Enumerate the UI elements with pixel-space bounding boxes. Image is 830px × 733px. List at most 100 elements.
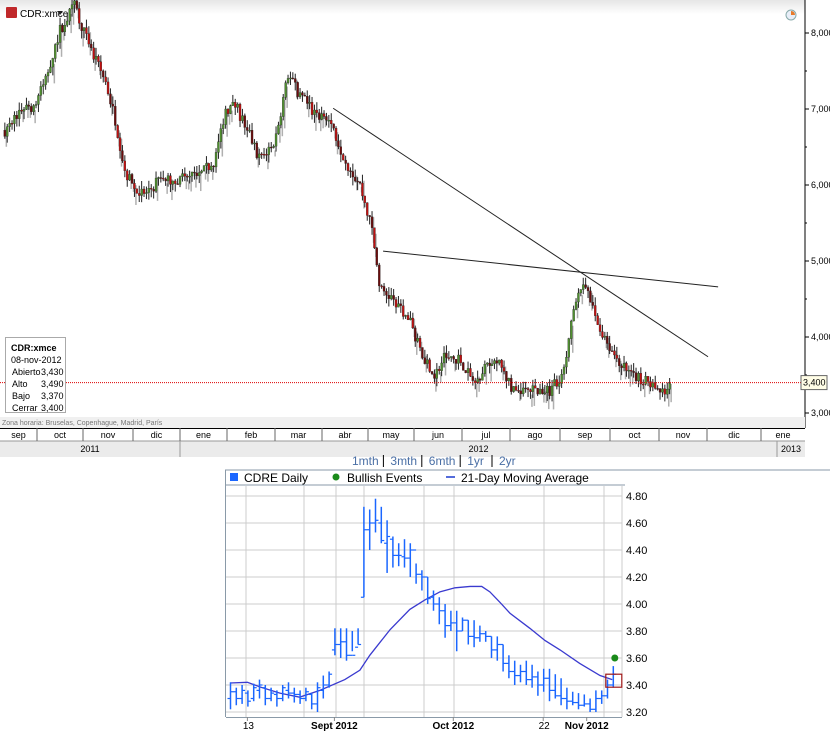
candle-body xyxy=(416,338,419,342)
candle-body xyxy=(42,84,45,87)
ohlc-row-value: 3,430 xyxy=(41,367,64,377)
y-tick-label: 4,000 xyxy=(811,332,830,342)
candle-body xyxy=(385,291,388,296)
ohlc-bar xyxy=(268,687,275,702)
ohlc-row-label: Bajo xyxy=(12,391,30,401)
candle-body xyxy=(601,331,604,338)
candle-body xyxy=(558,383,561,387)
ohlc-bar xyxy=(598,690,605,704)
bullish-event-marker[interactable] xyxy=(611,654,619,662)
candle-body xyxy=(464,370,467,373)
candle-body xyxy=(315,109,318,113)
legend-dot-icon xyxy=(332,473,340,481)
candle-body xyxy=(298,92,302,97)
candle-body xyxy=(152,189,155,192)
candle-body xyxy=(32,105,35,112)
candle-body xyxy=(618,358,621,366)
candle-body xyxy=(382,286,386,292)
candle-body xyxy=(274,133,278,147)
range-link-1mth[interactable]: 1mth xyxy=(352,454,379,468)
candle-body xyxy=(378,264,381,287)
candle-body xyxy=(147,188,150,193)
candle-body xyxy=(433,373,436,379)
candle-body xyxy=(342,154,345,161)
candle-body xyxy=(658,388,662,393)
candle-body xyxy=(82,27,86,31)
candle-body xyxy=(22,109,26,112)
candle-body xyxy=(495,360,498,364)
candle-body xyxy=(570,320,573,339)
month-label: nov xyxy=(676,430,691,440)
candle-body xyxy=(106,81,110,95)
candle-body xyxy=(210,165,213,171)
candle-body xyxy=(162,177,165,180)
candle-body xyxy=(366,202,369,216)
candle-body xyxy=(622,363,626,368)
month-label: abr xyxy=(338,430,351,440)
ohlc-bar xyxy=(378,506,385,544)
ohlc-bar xyxy=(488,635,495,658)
range-link-3mth[interactable]: 3mth xyxy=(390,454,417,468)
candle-body xyxy=(586,287,590,292)
candle-body xyxy=(195,172,198,177)
ohlc-row-value: 3,490 xyxy=(41,379,64,389)
candle-body xyxy=(572,309,575,322)
ohlc-date: 08-nov-2012 xyxy=(11,355,62,365)
candle-body xyxy=(301,92,304,96)
ohlc-bar xyxy=(465,619,472,645)
ohlc-bar xyxy=(500,643,507,672)
candle-body xyxy=(44,75,47,85)
candle-body xyxy=(308,102,311,104)
candle-body xyxy=(37,95,40,105)
candle-body xyxy=(322,113,326,117)
candle-body xyxy=(529,389,532,392)
month-label: oct xyxy=(54,430,67,440)
candle-body xyxy=(565,357,568,368)
trendline xyxy=(332,107,709,358)
candle-body xyxy=(457,354,460,364)
range-link-1yr[interactable]: 1yr xyxy=(467,454,484,468)
candle-body xyxy=(373,227,376,249)
candle-body xyxy=(591,302,594,306)
candle-body xyxy=(656,388,659,390)
candle-body xyxy=(380,285,383,288)
y-tick-label: 7,000 xyxy=(811,104,830,114)
candle-body xyxy=(646,376,650,382)
range-link-6mth[interactable]: 6mth xyxy=(429,454,456,468)
ohlc-bar xyxy=(395,543,402,567)
candle-body xyxy=(370,216,374,228)
y-tick-label: 5,000 xyxy=(811,256,830,266)
candle-body xyxy=(109,93,112,105)
price-chart-top: 8,000 7,000 6,000 5,000 4,000 3,000 3,400 CDR:x… xyxy=(0,0,830,458)
trendline xyxy=(383,250,719,288)
candle-body xyxy=(231,102,234,106)
candle-body xyxy=(356,180,359,183)
symbol-label[interactable]: CDR:xmce xyxy=(20,9,69,20)
candle-body xyxy=(87,33,90,45)
legend-square-icon xyxy=(230,473,238,481)
candle-body xyxy=(171,180,174,185)
ohlc-bar xyxy=(563,687,570,710)
candle-body xyxy=(157,177,160,179)
candle-body xyxy=(150,188,153,190)
candle-body xyxy=(255,142,258,158)
candle-body xyxy=(399,303,402,306)
ohlc-bar xyxy=(279,685,286,702)
candle-body xyxy=(625,363,628,371)
y-tick-label: 3.20 xyxy=(626,707,647,719)
range-link-2yr[interactable]: 2yr xyxy=(499,454,516,468)
candle-body xyxy=(27,104,30,107)
candle-body xyxy=(666,389,669,395)
ohlc-bar xyxy=(297,690,304,704)
candle-body xyxy=(327,120,330,122)
ohlc-bar xyxy=(592,690,599,712)
month-label: jun xyxy=(431,430,444,440)
candle-body xyxy=(133,183,136,189)
candle-body xyxy=(154,177,158,192)
ohlc-bar xyxy=(256,679,263,699)
candle-body xyxy=(121,150,124,162)
candle-body xyxy=(596,315,599,325)
candle-body xyxy=(272,146,275,148)
ohlc-bar xyxy=(413,549,420,584)
month-label: mar xyxy=(291,430,307,440)
